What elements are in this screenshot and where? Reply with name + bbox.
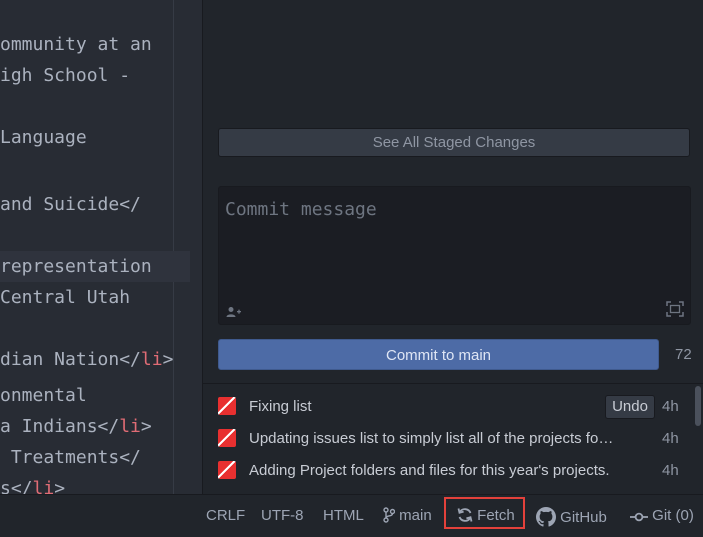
- branch-selector[interactable]: main: [383, 507, 432, 524]
- git-branch-icon: [383, 507, 399, 524]
- recent-commit-row[interactable]: Adding Project folders and files for thi…: [203, 456, 703, 486]
- avatar: [218, 397, 236, 415]
- commit-message-editor[interactable]: Commit message: [218, 186, 691, 325]
- see-all-staged-changes-button[interactable]: See All Staged Changes: [218, 128, 690, 157]
- code-line: Language: [0, 127, 87, 148]
- code-line: onmental: [0, 385, 87, 406]
- commit-message: Updating issues list to simply list all …: [249, 430, 614, 447]
- avatar: [218, 461, 236, 479]
- code-editor[interactable]: ommunity at an igh School - Language and…: [0, 0, 203, 494]
- commit-time: 4h: [662, 462, 679, 479]
- fetch-highlight-box: [444, 497, 525, 529]
- undo-commit-button[interactable]: Undo: [605, 395, 655, 419]
- github-label: GitHub: [560, 509, 607, 526]
- branch-name: main: [399, 507, 432, 524]
- code-line: Central Utah: [0, 287, 131, 308]
- avatar: [218, 429, 236, 447]
- commit-message-placeholder: Commit message: [225, 199, 377, 220]
- grammar-selector[interactable]: HTML: [323, 507, 364, 524]
- expand-editor-icon[interactable]: [666, 301, 684, 322]
- encoding-selector[interactable]: UTF-8: [261, 507, 304, 524]
- commit-button[interactable]: Commit to main: [218, 339, 659, 370]
- add-co-author-icon[interactable]: [226, 305, 242, 323]
- code-line: igh School -: [0, 65, 131, 86]
- remaining-characters-count: 72: [675, 346, 692, 363]
- git-commit-icon: [630, 507, 652, 524]
- git-label: Git (0): [652, 507, 694, 524]
- commit-time: 4h: [662, 398, 679, 415]
- scrollbar[interactable]: [695, 386, 701, 426]
- commit-message: Adding Project folders and files for thi…: [249, 462, 610, 479]
- recent-commit-row[interactable]: Updating issues list to simply list all …: [203, 424, 703, 454]
- code-line: a Indians</li>: [0, 416, 152, 437]
- line-ending-selector[interactable]: CRLF: [206, 507, 245, 524]
- commit-time: 4h: [662, 430, 679, 447]
- git-button[interactable]: Git (0): [630, 507, 694, 524]
- status-bar: CRLF UTF-8 HTML main Fetch GitHub Git (0…: [0, 494, 703, 537]
- github-icon: [536, 507, 560, 527]
- indent-guide: [173, 0, 174, 494]
- code-line: and Suicide</: [0, 194, 141, 215]
- divider: [203, 383, 703, 384]
- github-button[interactable]: GitHub: [536, 507, 607, 527]
- code-line: Treatments</: [0, 447, 141, 468]
- code-line: representation: [0, 256, 152, 277]
- commit-message: Fixing list: [249, 398, 312, 415]
- git-panel: See All Staged Changes Commit message Co…: [203, 0, 703, 494]
- code-line: s</li>: [0, 478, 66, 495]
- code-line: dian Nation</li>: [0, 349, 174, 370]
- code-line: ommunity at an: [0, 34, 152, 55]
